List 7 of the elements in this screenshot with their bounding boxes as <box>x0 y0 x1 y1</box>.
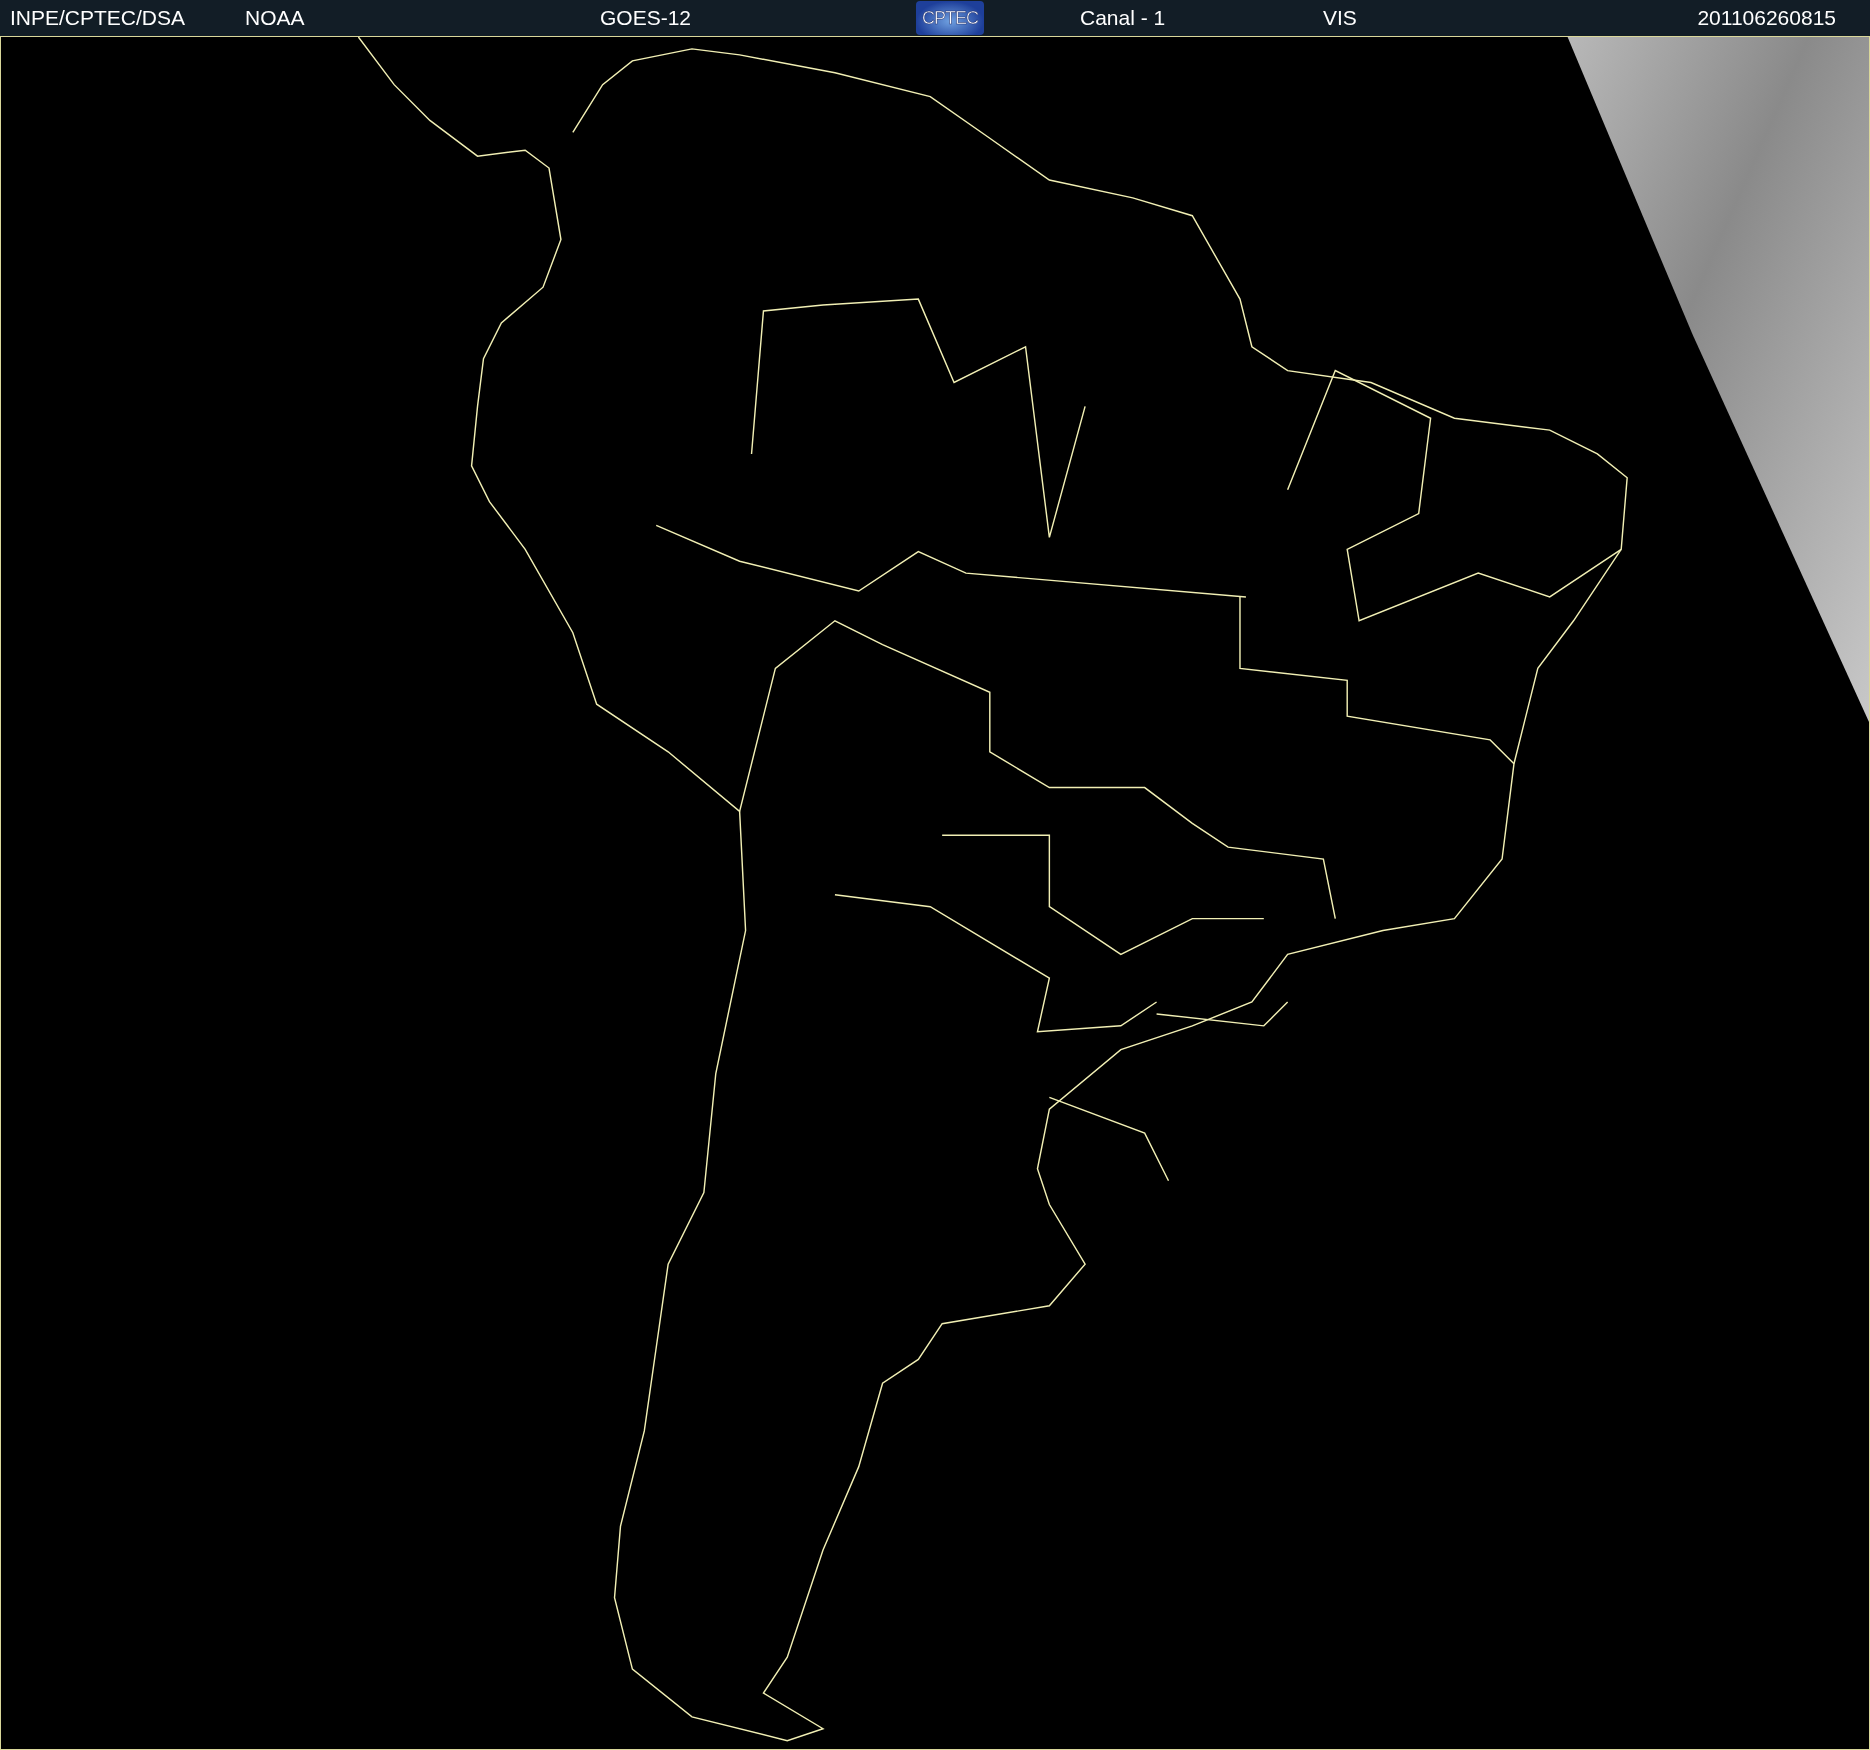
channel-label: Canal - 1 <box>1080 6 1166 30</box>
agency-label: INPE/CPTEC/DSA <box>10 6 186 30</box>
satellite-label: GOES-12 <box>600 6 692 30</box>
source-label: NOAA <box>245 6 305 30</box>
logo: CPTEC <box>916 1 984 35</box>
timestamp: 201106260815 <box>1697 6 1836 30</box>
band-label: VIS <box>1323 6 1357 30</box>
